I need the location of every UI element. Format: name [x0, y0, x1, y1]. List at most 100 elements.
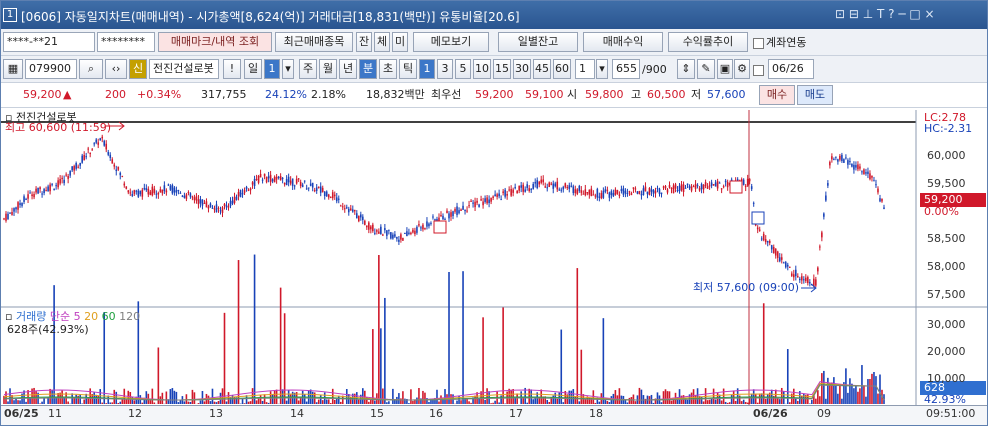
trade-mark-button[interactable]: 매매마크/내역 조회: [158, 32, 272, 52]
volume-bar: [718, 394, 721, 404]
candle-body: [474, 201, 476, 208]
candle-body: [115, 169, 118, 172]
candle-body: [706, 186, 709, 189]
interval-15[interactable]: 15: [493, 59, 511, 79]
volume-bar: [396, 396, 398, 404]
zoom-icon[interactable]: ⇕: [677, 59, 695, 79]
date-input[interactable]: 06/26: [768, 59, 814, 79]
volume-bar: [730, 394, 733, 404]
volume-bar: [422, 390, 424, 404]
chevron-down-icon[interactable]: ▾: [282, 59, 294, 79]
volume-bar: [185, 394, 188, 404]
volume-info: 628주(42.93%): [7, 323, 89, 336]
layout-icon[interactable]: ▦: [3, 59, 23, 79]
volume-bar: [259, 395, 262, 404]
candle-body: [839, 155, 841, 160]
memo-button[interactable]: 메모보기: [413, 32, 489, 52]
save-icon[interactable]: ▣: [717, 59, 733, 79]
profit-trend-button[interactable]: 수익률추이: [668, 32, 748, 52]
interval-5[interactable]: 5: [455, 59, 471, 79]
candle-body: [646, 191, 649, 195]
candle-body: [356, 213, 358, 219]
volume-bar: [133, 400, 136, 404]
account-select[interactable]: ****-**21: [3, 32, 95, 52]
volume-bar: [760, 393, 763, 404]
volume-bar: [103, 312, 106, 404]
candle-body: [111, 159, 114, 164]
interval-input[interactable]: 1: [575, 59, 595, 79]
period-second[interactable]: 초: [379, 59, 397, 79]
candle-body: [592, 194, 595, 196]
period-tick[interactable]: 틱: [399, 59, 417, 79]
candle-body: [746, 178, 749, 186]
candle-body: [157, 192, 160, 195]
search-icon[interactable]: ⌕: [79, 59, 103, 79]
stock-name[interactable]: 전진건설로봇: [149, 59, 219, 79]
candle-body: [797, 276, 799, 278]
volume-bar: [285, 400, 288, 404]
count-input[interactable]: 655: [612, 59, 640, 79]
candle-body: [758, 229, 761, 231]
gear-icon[interactable]: ⚙: [734, 59, 750, 79]
trade-profit-button[interactable]: 매매수익: [583, 32, 663, 52]
period-count[interactable]: 1: [264, 59, 280, 79]
window-controls-icon[interactable]: ⊡ ⊟ ⊥ T ? ─ □ ×: [835, 7, 935, 21]
period-minute[interactable]: 분: [359, 59, 377, 79]
account-link-checkbox[interactable]: 계좌연동: [753, 36, 806, 50]
candle-body: [674, 184, 677, 189]
candle-body: [299, 182, 302, 186]
prev-next-icon[interactable]: ‹›: [105, 59, 127, 79]
candle-body: [666, 189, 669, 193]
daily-balance-button[interactable]: 일별잔고: [498, 32, 578, 52]
volume-bar: [608, 402, 611, 404]
code-input[interactable]: 079900: [25, 59, 77, 79]
candle-body: [147, 188, 150, 195]
executed-button[interactable]: 체: [374, 32, 390, 52]
volume-bar: [762, 303, 765, 404]
draw-icon[interactable]: ✎: [697, 59, 715, 79]
recent-trades-button[interactable]: 최근매매종목: [275, 32, 353, 52]
candle-body: [750, 186, 753, 190]
volume-bar: [817, 390, 819, 404]
buy-button[interactable]: 매수: [759, 85, 795, 105]
interval-1[interactable]: 1: [419, 59, 435, 79]
period-year[interactable]: 년: [339, 59, 357, 79]
candle-body: [845, 157, 847, 159]
unfilled-button[interactable]: 미: [392, 32, 408, 52]
interval-60[interactable]: 60: [553, 59, 571, 79]
candle-body: [786, 264, 789, 267]
interval-3[interactable]: 3: [437, 59, 453, 79]
candle-body: [744, 185, 747, 188]
volume-bar: [821, 373, 823, 404]
sell-button[interactable]: 매도: [797, 85, 833, 105]
period-month[interactable]: 월: [319, 59, 337, 79]
candle-body: [283, 183, 286, 185]
interval-30[interactable]: 30: [513, 59, 531, 79]
volume-bar: [412, 400, 414, 404]
candle-body: [764, 239, 767, 243]
volume-bar: [855, 385, 857, 404]
interval-45[interactable]: 45: [533, 59, 551, 79]
interval-10[interactable]: 10: [473, 59, 491, 79]
password-input[interactable]: ********: [97, 32, 155, 52]
price-chart[interactable]: [1, 110, 988, 426]
period-week[interactable]: 주: [299, 59, 317, 79]
chevron-down-icon[interactable]: ▾: [596, 59, 608, 79]
y-label: 60,000: [927, 149, 966, 162]
volume-bar: [598, 401, 601, 404]
volume-bar: [189, 401, 192, 404]
date-checkbox[interactable]: [753, 63, 766, 77]
balance-button[interactable]: 잔: [356, 32, 372, 52]
candle-body: [544, 186, 547, 188]
current-price: 59,200: [23, 88, 62, 101]
candle-body: [47, 186, 49, 192]
candle-body: [522, 184, 524, 192]
volume-bar: [500, 395, 502, 404]
candle-body: [43, 189, 45, 194]
volume-bar: [835, 385, 837, 404]
candle-body: [642, 188, 645, 195]
volume-bar: [197, 403, 200, 404]
warning-button[interactable]: !: [223, 59, 241, 79]
period-day[interactable]: 일: [244, 59, 262, 79]
candle-body: [281, 177, 284, 180]
